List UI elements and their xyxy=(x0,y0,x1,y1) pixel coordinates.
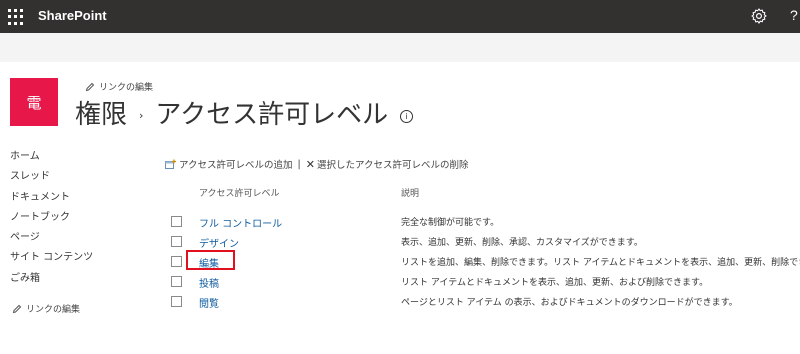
quick-launch-item-threads[interactable]: スレッド xyxy=(10,170,93,190)
info-icon[interactable]: i xyxy=(400,110,414,123)
page-title-text: アクセス許可レベル xyxy=(155,100,389,130)
breadcrumb-separator: › xyxy=(139,109,144,122)
row-checkbox[interactable] xyxy=(171,276,182,287)
gear-icon[interactable] xyxy=(750,7,768,25)
suite-bar: SharePoint ? xyxy=(0,0,800,33)
app-name[interactable]: SharePoint xyxy=(38,8,107,23)
permission-level-link[interactable]: 閲覧 xyxy=(199,295,219,310)
delete-permission-level-button[interactable]: 選択したアクセス許可レベルの削除 xyxy=(317,157,469,171)
quick-launch-item-documents[interactable]: ドキュメント xyxy=(10,191,93,211)
row-checkbox[interactable] xyxy=(171,216,182,227)
table-row: デザイン 表示、追加、更新、削除、承認、カスタマイズができます。 xyxy=(0,234,800,252)
pencil-icon xyxy=(85,82,95,91)
table-row: フル コントロール 完全な制御が可能です。 xyxy=(0,214,800,232)
permission-level-link[interactable]: 投稿 xyxy=(199,275,219,290)
site-logo-text: 電 xyxy=(26,93,42,112)
command-bar xyxy=(0,33,800,62)
help-icon[interactable]: ? xyxy=(790,7,798,23)
permission-level-description: リストを追加、編集、削除できます。リスト アイテムとドキュメントを表示、追加、更… xyxy=(401,258,800,268)
site-logo[interactable]: 電 xyxy=(10,78,58,126)
add-permission-level-icon xyxy=(165,159,176,169)
permission-level-description: リスト アイテムとドキュメントを表示、追加、更新、および削除できます。 xyxy=(401,278,709,288)
column-header-name[interactable]: アクセス許可レベル xyxy=(199,186,280,199)
permission-level-link[interactable]: デザイン xyxy=(199,235,239,250)
page-title: 権限 › アクセス許可レベル i xyxy=(75,94,414,131)
toolbar: アクセス許可レベルの追加 | ✕ 選択したアクセス許可レベルの削除 xyxy=(165,157,468,171)
permission-level-description: 表示、追加、更新、削除、承認、カスタマイズができます。 xyxy=(401,238,643,248)
permission-level-description: ページとリスト アイテム の表示、およびドキュメントのダウンロードができます。 xyxy=(401,298,738,308)
edit-links-top[interactable]: リンクの編集 xyxy=(85,80,153,93)
table-row: 編集 リストを追加、編集、削除できます。リスト アイテムとドキュメントを表示、追… xyxy=(0,254,800,272)
quick-launch-item-home[interactable]: ホーム xyxy=(10,150,93,170)
row-checkbox[interactable] xyxy=(171,296,182,307)
row-checkbox[interactable] xyxy=(171,236,182,247)
table-row: 閲覧 ページとリスト アイテム の表示、およびドキュメントのダウンロードができま… xyxy=(0,294,800,312)
row-checkbox[interactable] xyxy=(171,256,182,267)
permission-level-description: 完全な制御が可能です。 xyxy=(401,218,500,228)
waffle-icon[interactable] xyxy=(8,9,24,25)
toolbar-separator: | xyxy=(297,158,301,170)
edit-links-top-label: リンクの編集 xyxy=(99,83,154,93)
table-row: 投稿 リスト アイテムとドキュメントを表示、追加、更新、および削除できます。 xyxy=(0,274,800,292)
highlight-box xyxy=(186,250,235,270)
breadcrumb-parent[interactable]: 権限 xyxy=(75,94,127,131)
permission-level-link[interactable]: フル コントロール xyxy=(199,215,282,230)
add-permission-level-button[interactable]: アクセス許可レベルの追加 xyxy=(179,157,293,171)
delete-icon: ✕ xyxy=(305,157,315,171)
column-header-description: 説明 xyxy=(401,189,420,199)
